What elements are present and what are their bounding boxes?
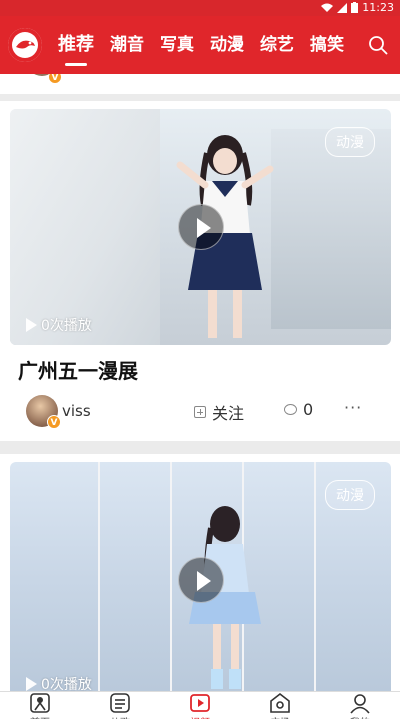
tab-music[interactable]: 潮音	[102, 16, 152, 74]
feed-card-previous: V	[0, 74, 400, 94]
verified-badge-icon: V	[47, 415, 61, 429]
bottom-tab-video[interactable]: 视频	[160, 692, 240, 719]
tab-variety[interactable]: 综艺	[252, 16, 302, 74]
play-count: 0次播放	[26, 315, 92, 335]
video-icon	[190, 694, 210, 712]
tab-anime[interactable]: 动漫	[202, 16, 252, 74]
profile-icon	[350, 694, 370, 714]
bottom-tab-square[interactable]: 广场	[240, 692, 320, 719]
play-icon[interactable]	[177, 557, 224, 603]
wifi-icon	[321, 3, 334, 12]
play-icon[interactable]	[177, 204, 224, 250]
video-title[interactable]: 广州五一漫展	[18, 355, 138, 384]
tab-recommend[interactable]: 推荐	[50, 16, 102, 74]
signal-icon	[337, 2, 348, 13]
status-icons: 11:23	[321, 1, 394, 14]
battery-icon	[351, 2, 359, 13]
search-icon[interactable]	[368, 35, 388, 55]
square-icon	[270, 692, 290, 713]
play-count-icon	[26, 318, 37, 332]
top-nav: 推荐 潮音 写真 动漫 综艺 搞笑	[0, 16, 400, 74]
bottom-tab-home[interactable]: 首页	[0, 692, 80, 719]
more-icon[interactable]: ···	[344, 398, 362, 417]
follow-plus-icon	[194, 406, 206, 418]
category-tabs: 推荐 潮音 写真 动漫 综艺 搞笑	[50, 16, 368, 74]
bottom-tab-songs[interactable]: 儿歌	[80, 692, 160, 719]
status-time: 11:23	[362, 1, 394, 14]
status-bar: 11:23	[0, 0, 400, 16]
comment-button[interactable]: 0	[284, 400, 313, 419]
category-tag[interactable]: 动漫	[325, 480, 375, 510]
home-icon	[30, 693, 50, 713]
play-count-icon	[26, 677, 37, 691]
logo-icon[interactable]	[8, 28, 42, 62]
post-meta: V viss 关注 0 ···	[0, 393, 400, 433]
video-thumbnail[interactable]: 动漫 0次播放	[10, 462, 391, 691]
video-feed[interactable]: V 动漫 0次播放 广州五一漫展 V viss 关注 0 ··· 动漫 0次播放	[0, 74, 400, 691]
play-count: 0次播放	[26, 674, 92, 691]
verified-badge-icon: V	[48, 74, 62, 84]
category-tag[interactable]: 动漫	[325, 127, 375, 157]
video-thumbnail[interactable]: 动漫 0次播放	[10, 109, 391, 345]
tab-funny[interactable]: 搞笑	[302, 16, 352, 74]
author-name[interactable]: viss	[62, 402, 91, 420]
tab-photo[interactable]: 写真	[152, 16, 202, 74]
bottom-tab-bar: 首页 儿歌 视频 广场 我的	[0, 691, 400, 719]
feed-card: 动漫 0次播放 广州五一漫展 V viss 关注 0 ···	[0, 101, 400, 441]
feed-card: 动漫 0次播放	[0, 454, 400, 691]
follow-button[interactable]: 关注	[194, 400, 244, 424]
song-icon	[110, 693, 130, 713]
comment-icon	[284, 404, 297, 415]
bottom-tab-profile[interactable]: 我的	[320, 692, 400, 719]
